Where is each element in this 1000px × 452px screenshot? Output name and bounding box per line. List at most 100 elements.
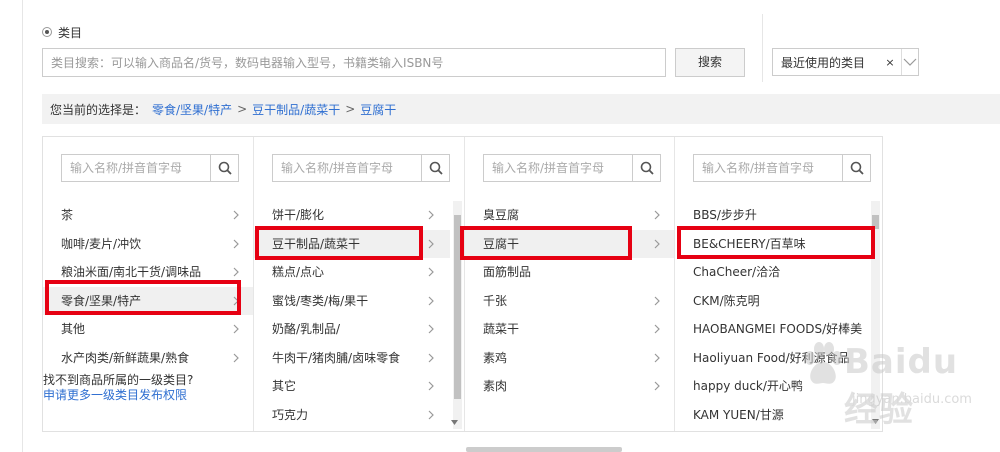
missing-category-note: 找不到商品所属的一级类目? 申请更多一级类目发布权限 [43,373,253,403]
chevron-right-icon [428,287,434,316]
column-search-input[interactable] [694,155,842,181]
category-item-label: 糕点/点心 [272,265,325,279]
category-radio-row[interactable]: 类目 [42,24,82,40]
breadcrumb-item-level2[interactable]: 豆干制品/蔬菜干 [252,101,340,118]
category-column-level2: 饼干/膨化 豆干制品/蔬菜干 糕点/点心 蜜饯/枣类/梅/果干 奶酪/乳制品/ … [254,137,465,431]
chevron-right-icon [233,201,239,230]
recent-categories-select[interactable]: 最近使用的类目 × [772,48,919,76]
search-icon[interactable] [210,155,238,181]
category-item-label: 豆腐干 [483,236,520,251]
chevron-right-icon [654,230,660,259]
category-item-label: 咖啡/麦片/冲饮 [61,236,142,251]
category-item[interactable]: 其它 [254,372,450,401]
chevron-right-icon [654,315,660,344]
category-item-label: 水产肉类/新鲜蔬果/熟食 [61,350,190,365]
search-icon[interactable] [632,155,660,181]
scrollbar-thumb[interactable] [454,215,461,399]
category-item-label: 饼干/膨化 [272,208,325,222]
column-search-box[interactable] [483,154,661,182]
chevron-right-icon [654,287,660,316]
category-item-label: 粮油米面/南北干货/调味品 [61,265,202,279]
column-search-input[interactable] [273,155,421,181]
brand-item[interactable]: BE&CHEERY/百草味 [675,230,871,259]
category-item-label: 千张 [483,293,508,308]
chevron-right-icon [428,258,434,287]
chevron-right-icon [233,230,239,259]
category-column-level3: 臭豆腐 豆腐干 面筋制品 千张 蔬菜干 素鸡 素肉 [465,137,675,431]
search-button[interactable]: 搜索 [675,48,745,77]
category-item[interactable]: 牛肉干/猪肉脯/卤味零食 [254,344,450,373]
chevron-right-icon [654,201,660,230]
column-search-input[interactable] [484,155,632,181]
category-column-level1: 茶 咖啡/麦片/冲饮 粮油米面/南北干货/调味品 零食/坚果/特产 其他 水产肉… [43,137,254,431]
column-scrollbar[interactable] [453,201,462,429]
brand-item-label: KAM YUEN/甘源 [693,407,784,422]
category-item[interactable]: 巧克力 [254,401,450,430]
category-item[interactable]: 水产肉类/新鲜蔬果/熟食 [43,344,253,373]
category-item[interactable]: 奶酪/乳制品/ [254,315,450,344]
chevron-right-icon [654,372,660,401]
category-item[interactable]: 蔬菜干 [465,315,674,344]
category-radio[interactable] [42,27,52,37]
category-item[interactable]: 素鸡 [465,344,674,373]
search-icon[interactable] [842,155,870,181]
chevron-right-icon [654,344,660,373]
recent-categories-label: 最近使用的类目 [781,55,866,70]
category-item-label: 奶酪/乳制品/ [272,322,341,336]
category-item-label: 蔬菜干 [483,322,520,336]
left-border [22,0,23,452]
column-search-box[interactable] [693,154,871,182]
paw-icon [805,342,842,384]
category-item[interactable]: 千张 [465,287,674,316]
breadcrumb: 您当前的选择是： 零食/坚果/特产 > 豆干制品/蔬菜干 > 豆腐干 [42,94,1000,124]
category-item-label: 素鸡 [483,350,508,365]
horizontal-scrollbar[interactable] [466,447,622,452]
brand-item[interactable]: ChaCheer/洽洽 [675,258,871,287]
search-icon[interactable] [421,155,449,181]
brand-item-label: BBS/步步升 [693,208,757,222]
category-item[interactable]: 咖啡/麦片/冲饮 [43,230,253,259]
breadcrumb-item-level3[interactable]: 豆腐干 [360,101,396,118]
chevron-right-icon [233,258,239,287]
category-item[interactable]: 面筋制品 [465,258,674,287]
chevron-right-icon [233,315,239,344]
watermark-url: jingyan.baidu.com [852,392,972,407]
category-item-label: 零食/坚果/特产 [61,293,142,308]
category-item[interactable]: 粮油米面/南北干货/调味品 [43,258,253,287]
watermark-brand: Baidu经验 [844,342,959,430]
brand-item[interactable]: CKM/陈克明 [675,287,871,316]
category-item[interactable]: 臭豆腐 [465,201,674,230]
column-search-box[interactable] [272,154,450,182]
category-item[interactable]: 素肉 [465,372,674,401]
scrollbar-thumb[interactable] [872,215,879,229]
request-permission-link[interactable]: 申请更多一级类目发布权限 [43,388,253,403]
category-list: 茶 咖啡/麦片/冲饮 粮油米面/南北干货/调味品 零食/坚果/特产 其他 水产肉… [43,201,253,372]
category-item[interactable]: 糕点/点心 [254,258,450,287]
category-item[interactable]: 饼干/膨化 [254,201,450,230]
category-item-label: 巧克力 [272,407,309,422]
column-search-box[interactable] [61,154,239,182]
chevron-right-icon [428,230,434,259]
breadcrumb-item-level1[interactable]: 零食/坚果/特产 [152,101,232,118]
clear-icon[interactable]: × [883,56,897,69]
category-item-selected[interactable]: 豆腐干 [465,229,674,259]
chevron-down-icon[interactable] [902,58,918,66]
missing-category-question: 找不到商品所属的一级类目? [43,373,194,387]
category-item[interactable]: 其他 [43,315,253,344]
category-item-selected[interactable]: 零食/坚果/特产 [43,286,253,316]
chevron-right-icon [233,287,239,316]
category-list: 饼干/膨化 豆干制品/蔬菜干 糕点/点心 蜜饯/枣类/梅/果干 奶酪/乳制品/ … [254,201,450,429]
scroll-down-arrow-icon[interactable] [450,418,459,427]
brand-item[interactable]: BBS/步步升 [675,201,871,230]
category-item-selected[interactable]: 豆干制品/蔬菜干 [254,229,450,259]
category-item[interactable]: 蜜饯/枣类/梅/果干 [254,287,450,316]
category-search-input[interactable] [42,48,666,77]
category-item-label: 牛肉干/猪肉脯/卤味零食 [272,350,401,365]
brand-item-label: BE&CHEERY/百草味 [693,236,806,251]
chevron-right-icon [233,344,239,373]
category-item[interactable]: 茶 [43,201,253,230]
column-search-input[interactable] [62,155,210,181]
chevron-right-icon [428,372,434,401]
baidu-watermark: Baidu经验 jingyan.baidu.com [796,340,976,430]
category-radio-label: 类目 [58,25,83,40]
